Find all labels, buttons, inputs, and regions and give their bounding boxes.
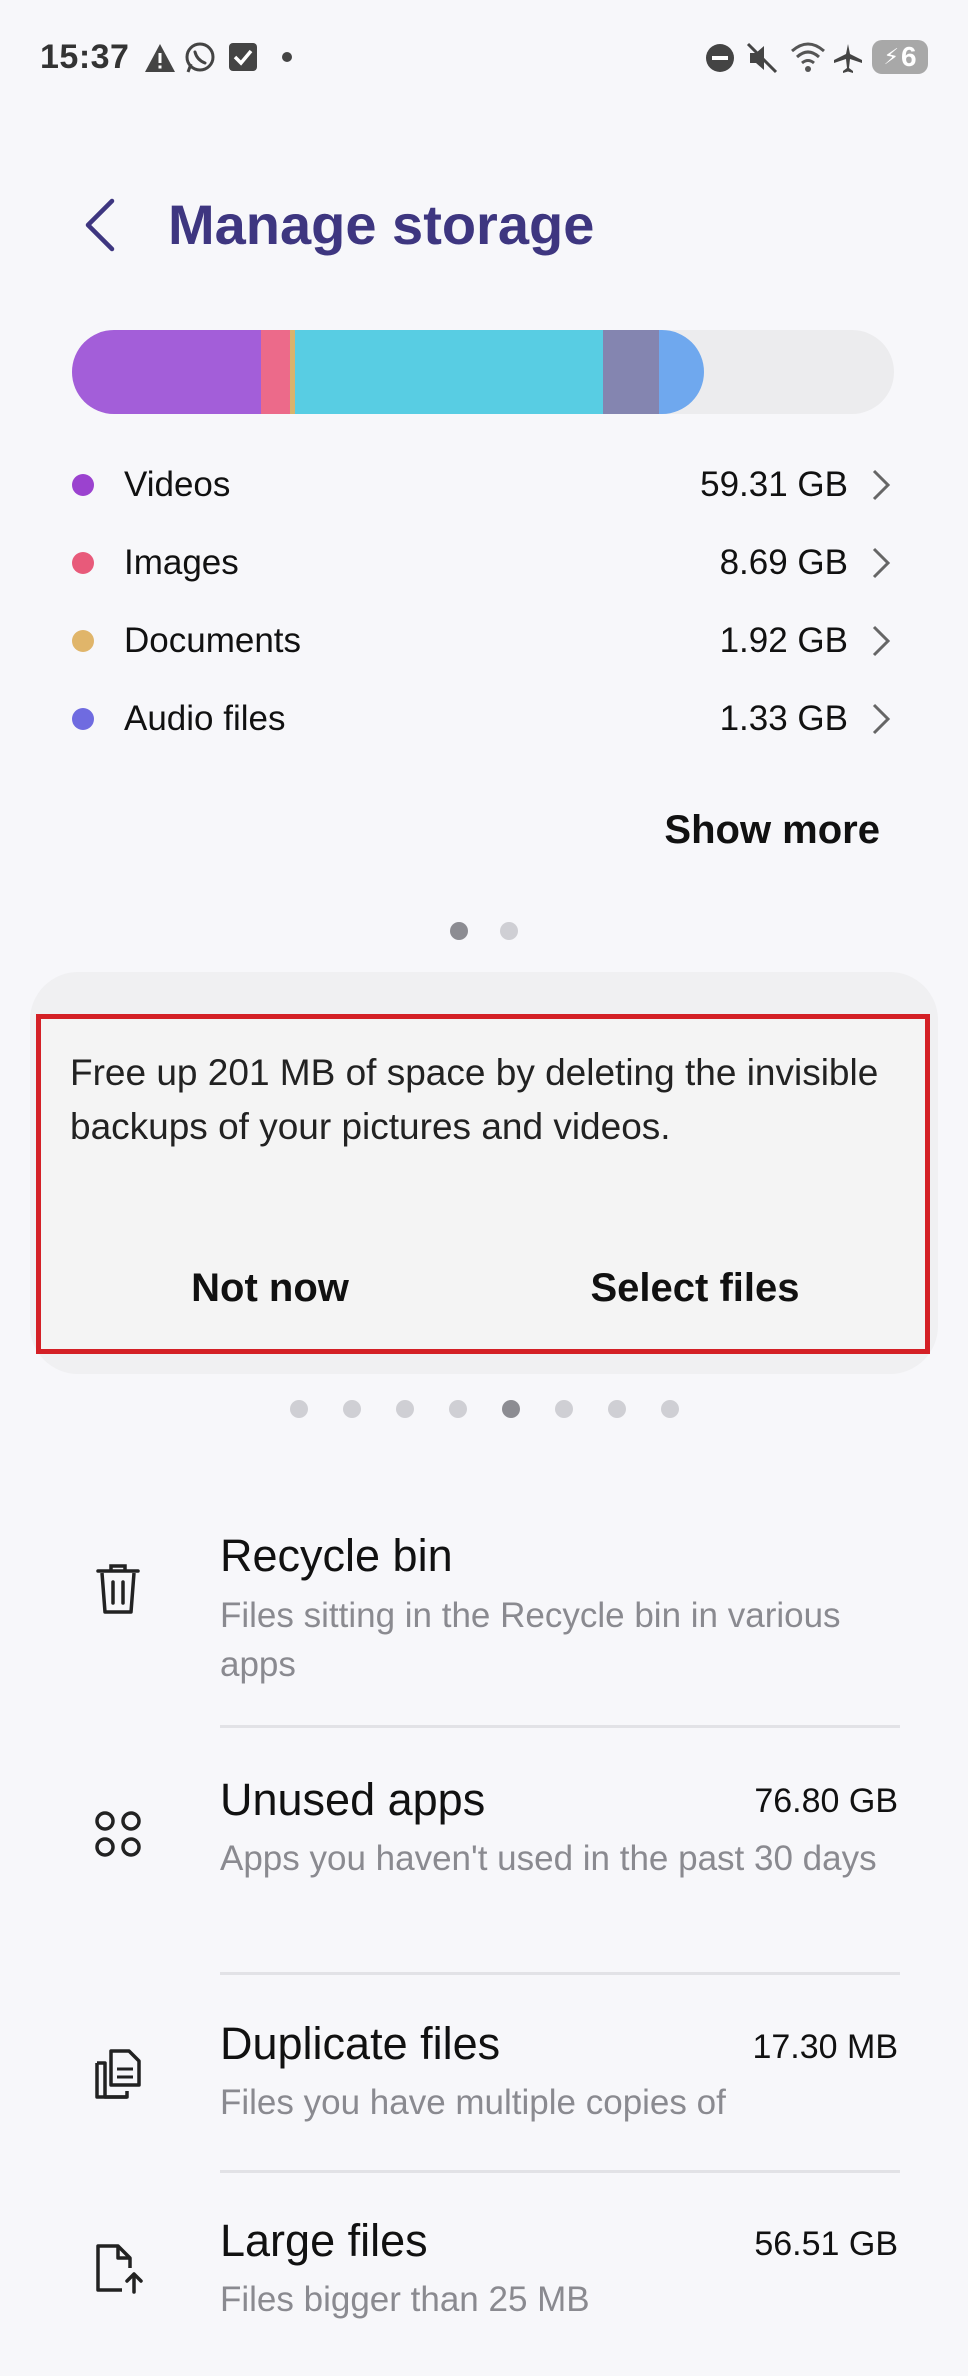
videos-dot (72, 474, 94, 496)
page-dot (501, 1400, 520, 1418)
chevron-right-icon (868, 621, 894, 661)
category-size: 1.92 GB (719, 621, 848, 660)
airplane-icon (830, 40, 866, 76)
item-title: Duplicate files (220, 2018, 501, 2069)
wifi-icon (788, 38, 828, 76)
warning-icon (142, 40, 178, 76)
dot-icon (280, 50, 294, 64)
suggestion-text: Free up 201 MB of space by deleting the … (70, 1052, 879, 1147)
category-size: 1.33 GB (719, 699, 848, 738)
apps-grid-icon (84, 1800, 152, 1868)
status-time: 15:37 (40, 38, 130, 76)
page-dot (342, 1400, 361, 1418)
status-bar: 15:37 ⚡ 6 (0, 0, 968, 120)
divider (220, 2170, 900, 2173)
item-size: 56.51 GB (754, 2225, 898, 2263)
category-videos[interactable]: Videos 59.31 GB (72, 450, 894, 520)
list-item-large-files[interactable]: Large files 56.51 GB Files bigger than 2… (0, 2195, 968, 2365)
item-title: Unused apps (220, 1774, 486, 1825)
page-dot (289, 1400, 308, 1418)
mute-icon (744, 40, 780, 76)
storage-segment-other (658, 330, 705, 414)
duplicate-files-icon (84, 2040, 152, 2108)
category-label: Documents (124, 621, 302, 660)
page-title: Manage storage (168, 193, 595, 256)
page-dot (660, 1400, 679, 1418)
divider (220, 1725, 900, 1728)
page-dot (395, 1400, 414, 1418)
page-dot (448, 1400, 467, 1418)
divider (220, 1972, 900, 1975)
back-button[interactable] (70, 185, 130, 265)
audio-files-dot (72, 708, 94, 730)
whatsapp-icon (182, 40, 218, 76)
page-dot (554, 1400, 573, 1418)
category-images[interactable]: Images 8.69 GB (72, 528, 894, 598)
item-size: 17.30 MB (752, 2028, 898, 2066)
item-subtitle: Files sitting in the Recycle bin in vari… (220, 1596, 841, 1684)
storage-segment-videos (72, 330, 262, 414)
list-item-duplicate-files[interactable]: Duplicate files 17.30 MB Files you have … (0, 1998, 968, 2148)
not-now-button[interactable]: Not now (130, 1258, 410, 1318)
category-audio-files[interactable]: Audio files 1.33 GB (72, 684, 894, 754)
category-size: 8.69 GB (719, 543, 848, 582)
large-file-icon (84, 2235, 152, 2303)
suggestion-page-indicator (0, 1400, 968, 1418)
storage-segment-images (261, 330, 290, 414)
chevron-right-icon (868, 543, 894, 583)
category-label: Images (124, 543, 239, 582)
show-more-button[interactable]: Show more (560, 808, 880, 853)
category-label: Videos (124, 465, 231, 504)
documents-dot (72, 630, 94, 652)
checkbox-icon (226, 40, 260, 74)
page-dot (607, 1400, 626, 1418)
storage-page-indicator (0, 922, 968, 940)
select-files-button[interactable]: Select files (560, 1258, 830, 1318)
list-item-unused-apps[interactable]: Unused apps 76.80 GB Apps you haven't us… (0, 1750, 968, 1950)
item-title: Recycle bin (220, 1530, 453, 1581)
item-subtitle: Apps you haven't used in the past 30 day… (220, 1839, 877, 1878)
item-subtitle: Files you have multiple copies of (220, 2083, 726, 2122)
do-not-disturb-icon (702, 40, 738, 76)
images-dot (72, 552, 94, 574)
item-title: Large files (220, 2215, 428, 2266)
category-label: Audio files (124, 699, 286, 738)
back-arrow-icon (85, 198, 115, 252)
charging-icon: ⚡ (883, 44, 899, 69)
category-size: 59.31 GB (700, 465, 848, 504)
battery-level: 6 (900, 41, 917, 72)
battery-indicator: ⚡ 6 (872, 40, 928, 74)
item-size: 76.80 GB (754, 1782, 898, 1820)
chevron-right-icon (868, 465, 894, 505)
storage-usage-bar (72, 330, 894, 414)
storage-segment-apps (294, 330, 603, 414)
chevron-right-icon (868, 699, 894, 739)
page-dot (500, 922, 518, 940)
list-item-recycle-bin[interactable]: Recycle bin Files sitting in the Recycle… (0, 1505, 968, 1705)
trash-icon (84, 1555, 152, 1623)
item-subtitle: Files bigger than 25 MB (220, 2280, 590, 2319)
page-dot (450, 922, 468, 940)
storage-segment-system (602, 330, 659, 414)
category-documents[interactable]: Documents 1.92 GB (72, 606, 894, 676)
